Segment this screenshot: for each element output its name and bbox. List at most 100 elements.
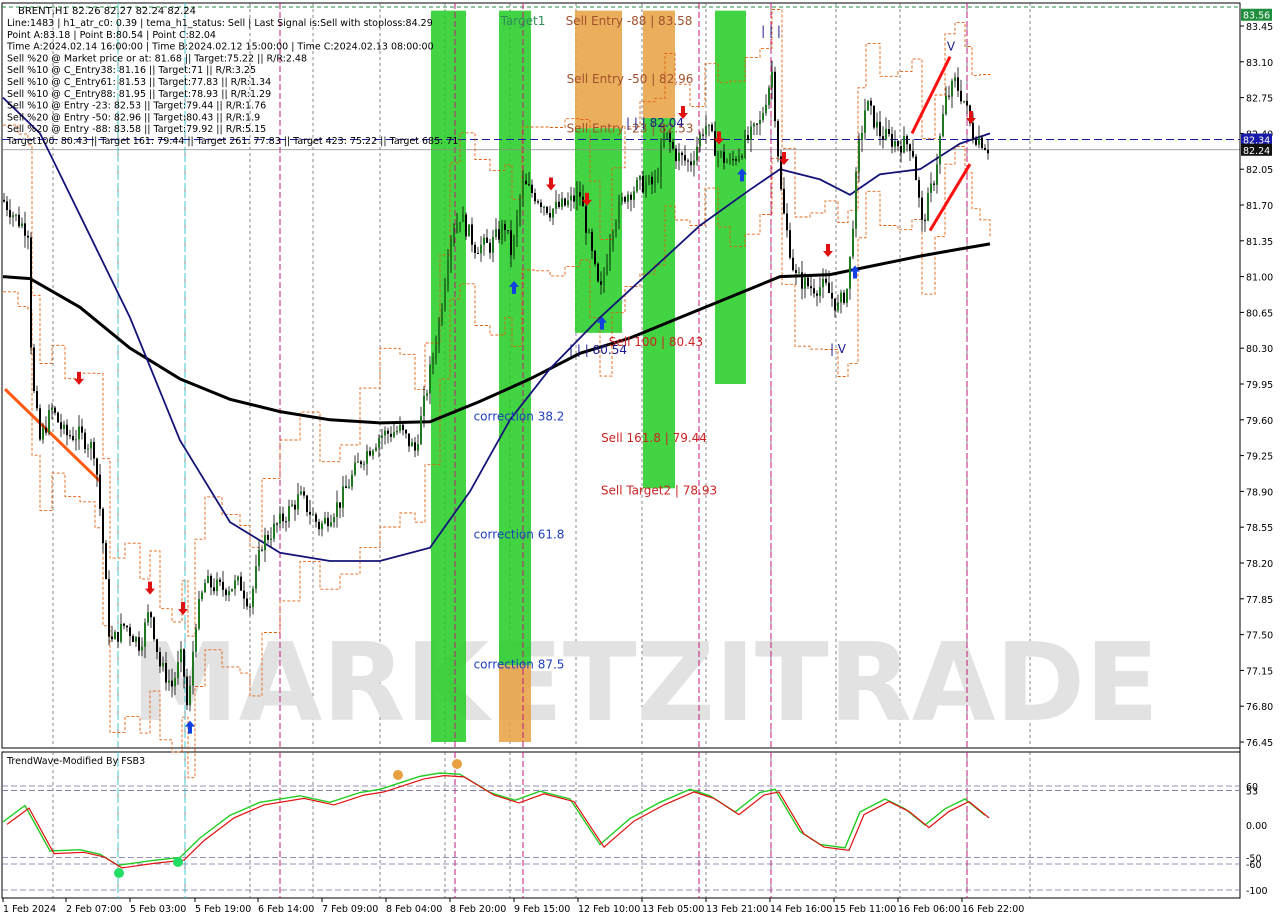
candle-body [906,136,908,145]
candle-body [297,494,299,510]
candle-body [954,77,956,81]
candle-body [30,237,32,348]
candle-body [384,430,386,436]
candle-body [222,581,224,590]
candle-body [984,147,986,150]
candle-body [189,685,191,706]
candle-body [513,237,515,256]
candle-body [24,223,26,236]
candle-body [897,141,899,147]
candle-body [135,637,137,642]
price-tick-label: 83.45 [1246,22,1273,33]
candle-body [423,395,425,417]
candle-body [735,159,737,161]
candle-body [606,262,608,274]
candle-body [747,135,749,140]
candle-body [900,146,902,153]
price-tick-label: 81.00 [1246,273,1273,284]
candle-body [468,224,470,237]
candle-body [120,623,122,642]
candle-body [435,345,437,358]
candle-body [354,462,356,475]
candle-body [264,535,266,551]
time-tick-label: 16 Feb 06:00 [898,904,960,915]
candle-body [645,183,647,193]
price-tick-label: 80.30 [1246,344,1273,355]
candle-body [399,424,401,431]
time-tick-label: 8 Feb 20:00 [450,904,506,915]
candle-body [144,622,146,647]
time-tick-label: 7 Feb 09:00 [322,904,378,915]
chart-label: | | | 80.54 [569,343,627,357]
candle-body [366,451,368,464]
time-tick-label: 13 Feb 05:00 [642,904,704,915]
candle-body [483,237,485,245]
candle-body [813,288,815,294]
candle-body [951,80,953,97]
candle-body [756,123,758,125]
time-tick-label: 6 Feb 14:00 [258,904,314,915]
candle-body [516,216,518,238]
candle-body [114,631,116,640]
indicator-level-label: -60 [1246,860,1262,871]
candle-body [711,124,713,131]
candle-body [201,592,203,599]
candle-body [672,142,674,149]
candle-body [486,237,488,243]
candle-body [294,504,296,510]
candle-body [801,272,803,289]
candle-body [45,427,47,433]
candle-body [60,422,62,429]
candle-body [870,100,872,106]
candle-body [768,87,770,105]
candle-body [429,364,431,394]
candle-body [837,302,839,311]
info-line: Sell %10 @ Entry -23: 82.53 || Target:79… [7,101,266,112]
candle-body [132,636,134,642]
candle-body [873,105,875,128]
candle-body [66,424,68,436]
candle-body [810,286,812,289]
info-line: Sell %20 @ Entry -88: 83.58 || Target:79… [7,124,266,135]
chart-label: | | | 82.04 [626,116,684,130]
candle-body [921,197,923,220]
watermark-text: MARKETZITRADE [131,621,1159,746]
candle-body [702,134,704,136]
candle-body [678,152,680,162]
price-badge-label: 82.24 [1243,146,1270,157]
candle-body [828,282,830,293]
candle-body [420,416,422,445]
info-line: Line:1483 | h1_atr_c0: 0.39 | tema_h1_st… [7,18,433,29]
symbol-line: BRENT,H1 82.26 82.27 82.24 82.24 [18,6,196,17]
candle-body [237,576,239,581]
candle-body [915,156,917,181]
signal-zone [431,10,466,742]
candle-body [852,228,854,257]
time-tick-label: 14 Feb 16:00 [770,904,832,915]
candle-body [57,412,59,423]
candle-body [618,201,620,224]
candle-body [447,261,449,285]
candle-body [519,197,521,217]
candle-body [168,680,170,683]
candle-body [93,442,95,459]
chart-label: Sell Entry -88 | 83.58 [566,14,693,28]
candle-body [78,426,80,440]
candle-body [546,206,548,213]
info-line: Sell %10 @ C_Entry88: 81.95 || Target:78… [7,89,271,100]
candle-body [438,321,440,346]
candle-body [654,179,656,185]
trading-chart[interactable]: MARKETZITRADE Target1 Sell Entry -88 | 83… [0,0,1280,920]
candle-body [633,191,635,200]
candle-body [396,430,398,433]
candle-body [750,126,752,140]
candle-body [636,179,638,192]
candle-body [681,152,683,156]
candle-body [99,474,101,509]
candle-body [978,137,980,145]
candle-body [474,244,476,253]
indicator-title: TrendWave-Modified By FSB3 [6,756,145,767]
candle-body [240,576,242,591]
candle-body [141,646,143,651]
candle-body [342,486,344,508]
